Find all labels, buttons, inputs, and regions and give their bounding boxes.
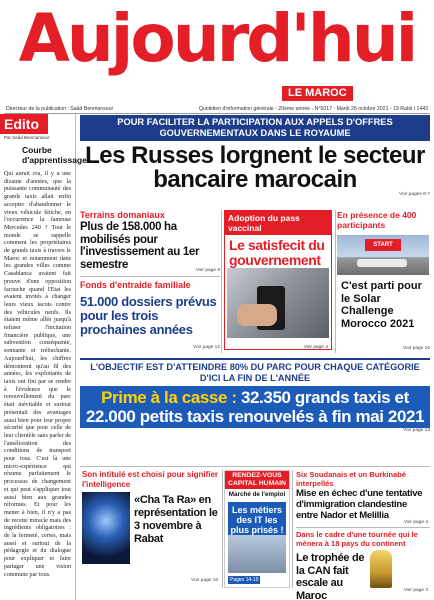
start-arch: START [365,239,401,251]
pass-story[interactable]: Adoption du pass vaccinal Le satisfecit … [224,210,332,350]
trophy-photo [370,550,392,588]
terrains-page-ref: Voir page 8 [195,268,220,273]
edito-column: Edito Par Saâd Benmansour Courbe d'appre… [0,114,87,600]
chatara-text: «Cha Ta Ra» en représentation le 3 novem… [134,494,218,545]
divider [335,210,336,353]
edito-body: Qui aurait cru, il y a une dizaine d'ann… [4,171,71,578]
immig-page-ref: Voir page 4 [403,520,428,525]
masthead: Aujourd'hui LE MAROC [0,0,434,104]
terrains-story[interactable]: Terrains domaniaux Plus de 158.000 ha mo… [80,210,220,271]
pass-text: Le satisfecit du gouvernement [229,237,325,268]
chatara-story[interactable]: Son intitulé est choisi pour signifier l… [82,470,220,588]
chatara-page-ref: Voir page 16 [191,578,218,583]
chatara-photo [82,492,130,564]
solar-car [357,259,407,267]
divider [296,527,430,528]
prime-story[interactable]: L'OBJECTIF EST D'ATTEINDRE 80% DU PARC P… [80,358,430,433]
fonds-text: 51.000 dossiers prévus pour les trois pr… [80,294,217,337]
terrains-kicker: Terrains domaniaux [80,210,165,220]
prime-lead: Prime à la casse : [101,388,237,407]
lead-kicker: POUR FACILITER LA PARTICIPATION AUX APPE… [80,115,430,141]
solar-kicker: En présence de 400 participants [337,210,417,230]
edito-heading: Edito [0,114,48,134]
solar-page-ref: Voir page 10 [403,346,430,351]
solar-text: C'est parti pour le Solar Challenge Moro… [341,280,422,330]
can-kicker: Dans le cadre d'une tournée qui le mèner… [296,530,418,548]
newspaper-subtitle: LE MAROC [282,86,353,101]
fonds-page-ref: Voir page 12 [193,345,220,350]
pass-kicker: Adoption du pass vaccinal [225,211,331,235]
can-page-ref: Voir page 3 [403,588,428,593]
pass-page-ref: Voir page 3 [303,345,328,350]
fonds-story[interactable]: Fonds d'entraide familiale 51.000 dossie… [80,280,220,344]
lead-headline: Les Russes lorgnent le secteur bancaire … [85,142,425,193]
prime-page-ref: Voir page 13 [403,428,430,433]
issue-line: Quotidien d'information générale - 20ème… [198,106,428,112]
can-story[interactable]: Dans le cadre d'une tournée qui le mèner… [296,530,430,600]
rh-photo [228,535,286,573]
rh-banner: Les métiers des IT les plus prisés ! [228,502,286,538]
rh-page-ref: Pages 14-15 [228,576,261,584]
prime-kicker: L'OBJECTIF EST D'ATTEINDRE 80% DU PARC P… [80,358,430,384]
capital-humain-box[interactable]: RENDEZ-VOUS CAPITAL HUMAIN Marché de l'e… [224,470,290,588]
rh-subheading: Marché de l'emploi [228,491,286,498]
divider [80,276,220,277]
terrains-text: Plus de 158.000 ha mobilisés pour l'inve… [80,221,200,271]
chatara-kicker: Son intitulé est choisi pour signifier l… [82,470,219,489]
immig-text: Mise en échec d'une tentative d'immigrat… [296,488,423,521]
edito-title: Courbe d'apprentissage [22,145,87,165]
solar-photo: START [337,235,429,275]
solar-story[interactable]: En présence de 400 participants START C'… [337,210,430,352]
prime-headline: Prime à la casse : 32.350 grands taxis e… [80,386,430,428]
immig-kicker: Six Soudanais et un Burkinabé interpellé… [296,470,407,488]
divider [292,470,293,588]
director-line: Directeur de la publication : Saâd Benma… [6,106,114,112]
divider [221,210,222,353]
divider [80,466,430,467]
immigration-story[interactable]: Six Soudanais et un Burkinabé interpellé… [296,470,430,521]
newspaper-title: Aujourd'hui [18,0,419,77]
fonds-kicker: Fonds d'entraide familiale [80,280,191,290]
pass-photo [227,268,329,338]
lead-story[interactable]: POUR FACILITER LA PARTICIPATION AUX APPE… [80,115,430,197]
edito-author: Par Saâd Benmansour [4,135,50,140]
divider [222,470,223,588]
can-text: Le trophée de la CAN fait escale au Maro… [296,552,365,600]
rh-heading: RENDEZ-VOUS CAPITAL HUMAIN [225,471,289,489]
publication-info: Directeur de la publication : Saâd Benma… [6,106,428,112]
hand-shape [237,304,277,326]
